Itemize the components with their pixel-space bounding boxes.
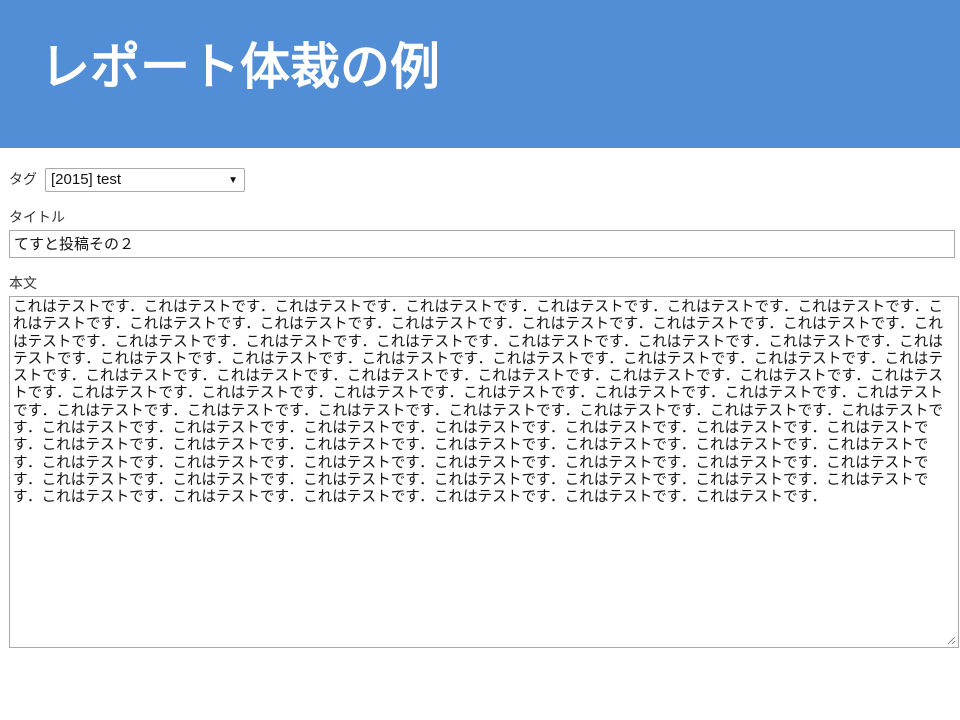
body-label: 本文 [9, 276, 37, 292]
dropdown-arrow-icon: ▼ [228, 175, 238, 186]
tag-select[interactable]: [2015] test ▼ [45, 168, 245, 192]
slide-header: レポート体裁の例 [0, 0, 960, 148]
title-input[interactable]: てすと投稿その２ [9, 230, 955, 258]
tag-select-value: [2015] test [51, 171, 122, 188]
resize-handle-icon[interactable] [947, 636, 956, 645]
tag-label: タグ [9, 172, 37, 188]
report-form: タグ [2015] test ▼ タイトル てすと投稿その２ 本文 これはテスト… [0, 148, 960, 720]
page-title: レポート体裁の例 [40, 38, 440, 96]
title-label: タイトル [9, 210, 65, 226]
body-text: これはテストです．これはテストです．これはテストです．これはテストです．これはテ… [13, 298, 943, 506]
body-textarea[interactable]: これはテストです．これはテストです．これはテストです．これはテストです．これはテ… [9, 296, 959, 648]
